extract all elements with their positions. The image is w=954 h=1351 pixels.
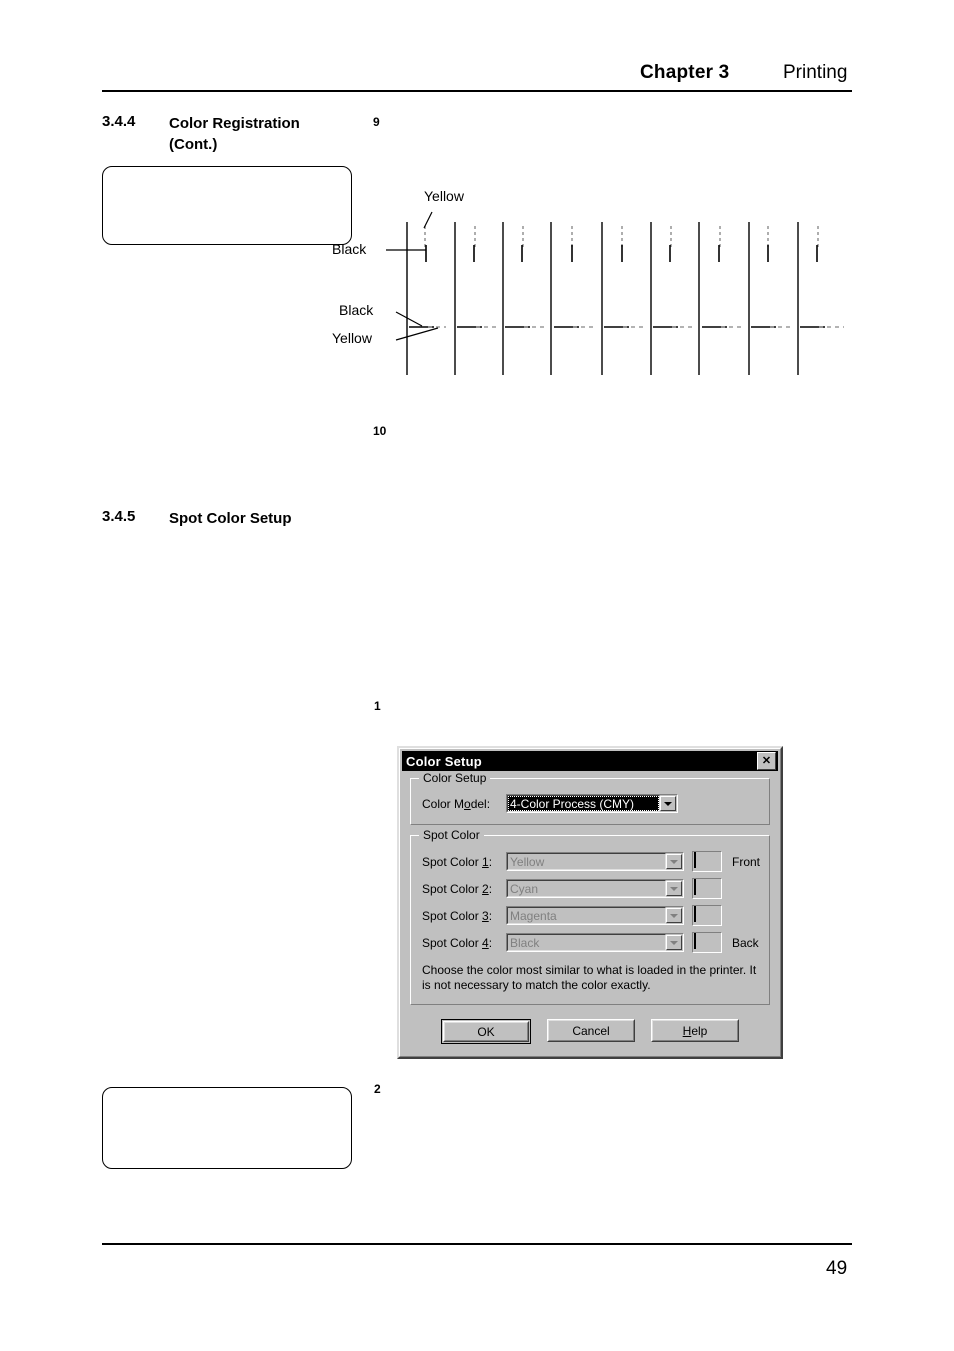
- chevron-down-icon[interactable]: [666, 854, 682, 869]
- cancel-button-label-wrap: Cancel: [548, 1020, 634, 1041]
- diagram-label-black-top: Black: [332, 241, 367, 257]
- spot-color-3-label: Spot Color 3:: [422, 908, 493, 923]
- arrow-down-glyph: [670, 913, 678, 918]
- dialog-inner-frame: Color Setup ✕ Color Setup Color Model: 4…: [399, 748, 781, 1057]
- registration-pattern-svg: [386, 211, 844, 375]
- chevron-down-icon[interactable]: [666, 908, 682, 923]
- section-title-345: Spot Color Setup: [169, 510, 292, 527]
- spot-color-3-select-inner: Magenta: [507, 907, 666, 924]
- cancel-button-label: Cancel: [572, 1023, 610, 1038]
- step-number-1: 1: [374, 699, 381, 713]
- spot-color-4-side-label: Back: [732, 935, 759, 950]
- help-button-label-wrap: Help: [652, 1020, 738, 1041]
- spot-color-1-label: Spot Color 1:: [422, 854, 493, 869]
- spot-color-1-select-inner: Yellow: [507, 853, 666, 870]
- spot-color-1-swatch-frame[interactable]: [692, 851, 722, 872]
- color-model-value: 4-Color Process (CMY): [508, 796, 659, 811]
- arrow-down-glyph: [664, 801, 672, 806]
- section-number-344: 3.4.4: [102, 113, 136, 130]
- spot-color-row-2: Spot Color 2: Cyan: [422, 878, 758, 899]
- spot-color-1-value: Yellow: [510, 854, 545, 869]
- spot-color-2-value: Cyan: [510, 881, 539, 896]
- ok-button-label: OK: [477, 1024, 495, 1039]
- header-chapter: Chapter 3: [640, 62, 730, 83]
- spot-color-4-swatch: [694, 933, 696, 949]
- section-title-344: Color Registration (Cont.): [169, 115, 300, 153]
- cancel-button[interactable]: Cancel: [547, 1019, 635, 1042]
- color-setup-dialog: Color Setup ✕ Color Setup Color Model: 4…: [397, 746, 783, 1059]
- diagram-label-yellow-top: Yellow: [424, 188, 464, 204]
- color-registration-diagram: Yellow Black Black Yellow: [332, 188, 850, 390]
- ok-button-bevel: OK: [443, 1021, 529, 1042]
- dialog-body: Color Setup Color Model: 4-Color Process…: [402, 771, 778, 1054]
- color-setup-groupbox: Color Setup Color Model: 4-Color Process…: [410, 771, 770, 825]
- help-button[interactable]: Help: [651, 1019, 739, 1042]
- spot-color-row-1: Spot Color 1: Yellow Front: [422, 851, 760, 872]
- ok-button[interactable]: OK: [441, 1019, 531, 1044]
- note-box-lower: [102, 1087, 352, 1169]
- spot-color-2-swatch: [694, 879, 696, 895]
- spot-color-2-label: Spot Color 2:: [422, 881, 493, 896]
- spot-color-group-inner: Spot Color 1: Yellow Front Spot Color 2:…: [410, 835, 770, 1005]
- dialog-titlebar[interactable]: Color Setup ✕: [402, 751, 778, 771]
- arrow-down-glyph: [670, 940, 678, 945]
- step-number-2: 2: [374, 1082, 381, 1096]
- chevron-down-icon[interactable]: [660, 796, 676, 811]
- spot-color-group-legend: Spot Color: [419, 828, 484, 842]
- section-number-345: 3.4.5: [102, 508, 136, 525]
- spot-color-4-select-inner: Black: [507, 934, 666, 951]
- spot-color-2-select-inner: Cyan: [507, 880, 666, 897]
- header-section: Printing: [783, 62, 848, 83]
- spot-color-2-select[interactable]: Cyan: [506, 879, 684, 898]
- step-number-10: 10: [373, 424, 387, 438]
- header-rule: [102, 90, 852, 92]
- diagram-label-black-bottom: Black: [339, 302, 374, 318]
- help-button-label: Help: [682, 1023, 708, 1038]
- spot-color-3-select[interactable]: Magenta: [506, 906, 684, 925]
- pattern-black-vertical-ticks: [425, 245, 818, 262]
- spot-color-4-select[interactable]: Black: [506, 933, 684, 952]
- spot-color-2-swatch-frame[interactable]: [692, 878, 722, 899]
- color-model-label: Color Model:: [422, 796, 491, 811]
- spot-color-1-select[interactable]: Yellow: [506, 852, 684, 871]
- spot-color-3-swatch: [694, 906, 696, 922]
- color-model-select-inner: 4-Color Process (CMY): [507, 795, 660, 812]
- spot-color-1-swatch: [694, 852, 696, 868]
- spot-color-3-value: Magenta: [510, 908, 557, 923]
- spot-color-1-side-label: Front: [732, 854, 761, 869]
- spot-color-4-swatch-frame[interactable]: [692, 932, 722, 953]
- diagram-label-yellow-bottom: Yellow: [332, 330, 372, 346]
- spot-color-4-value: Black: [510, 935, 540, 950]
- color-setup-group-inner: Color Model: 4-Color Process (CMY): [410, 778, 770, 825]
- color-model-row: Color Model: 4-Color Process (CMY): [422, 794, 758, 813]
- note-box-upper: [102, 166, 352, 245]
- chevron-down-icon[interactable]: [666, 881, 682, 896]
- chevron-down-icon[interactable]: [666, 935, 682, 950]
- spot-color-3-swatch-frame[interactable]: [692, 905, 722, 926]
- color-model-select[interactable]: 4-Color Process (CMY): [506, 794, 678, 813]
- dialog-button-row: OK Cancel Help: [410, 1015, 770, 1046]
- dialog-title: Color Setup: [406, 753, 482, 769]
- pattern-vertical-rules: [406, 222, 799, 375]
- spot-color-groupbox: Spot Color Spot Color 1: Yellow Front Sp…: [410, 828, 770, 1005]
- spot-color-4-label: Spot Color 4:: [422, 935, 493, 950]
- ok-button-label-wrap: OK: [444, 1022, 528, 1041]
- spot-color-help-text: Choose the color most similar to what is…: [422, 963, 757, 992]
- document-page: Chapter 3 Printing 3.4.4 Color Registrat…: [0, 0, 954, 1351]
- step-number-9: 9: [373, 115, 380, 129]
- arrow-down-glyph: [670, 886, 678, 891]
- footer-rule: [102, 1243, 852, 1245]
- spot-color-row-4: Spot Color 4: Black Back: [422, 932, 759, 953]
- close-icon[interactable]: ✕: [757, 752, 776, 770]
- color-setup-group-legend: Color Setup: [419, 771, 491, 785]
- arrow-down-glyph: [670, 859, 678, 864]
- diagram-leader-lines: [386, 211, 439, 341]
- page-number: 49: [826, 1258, 848, 1279]
- spot-color-row-3: Spot Color 3: Magenta: [422, 905, 758, 926]
